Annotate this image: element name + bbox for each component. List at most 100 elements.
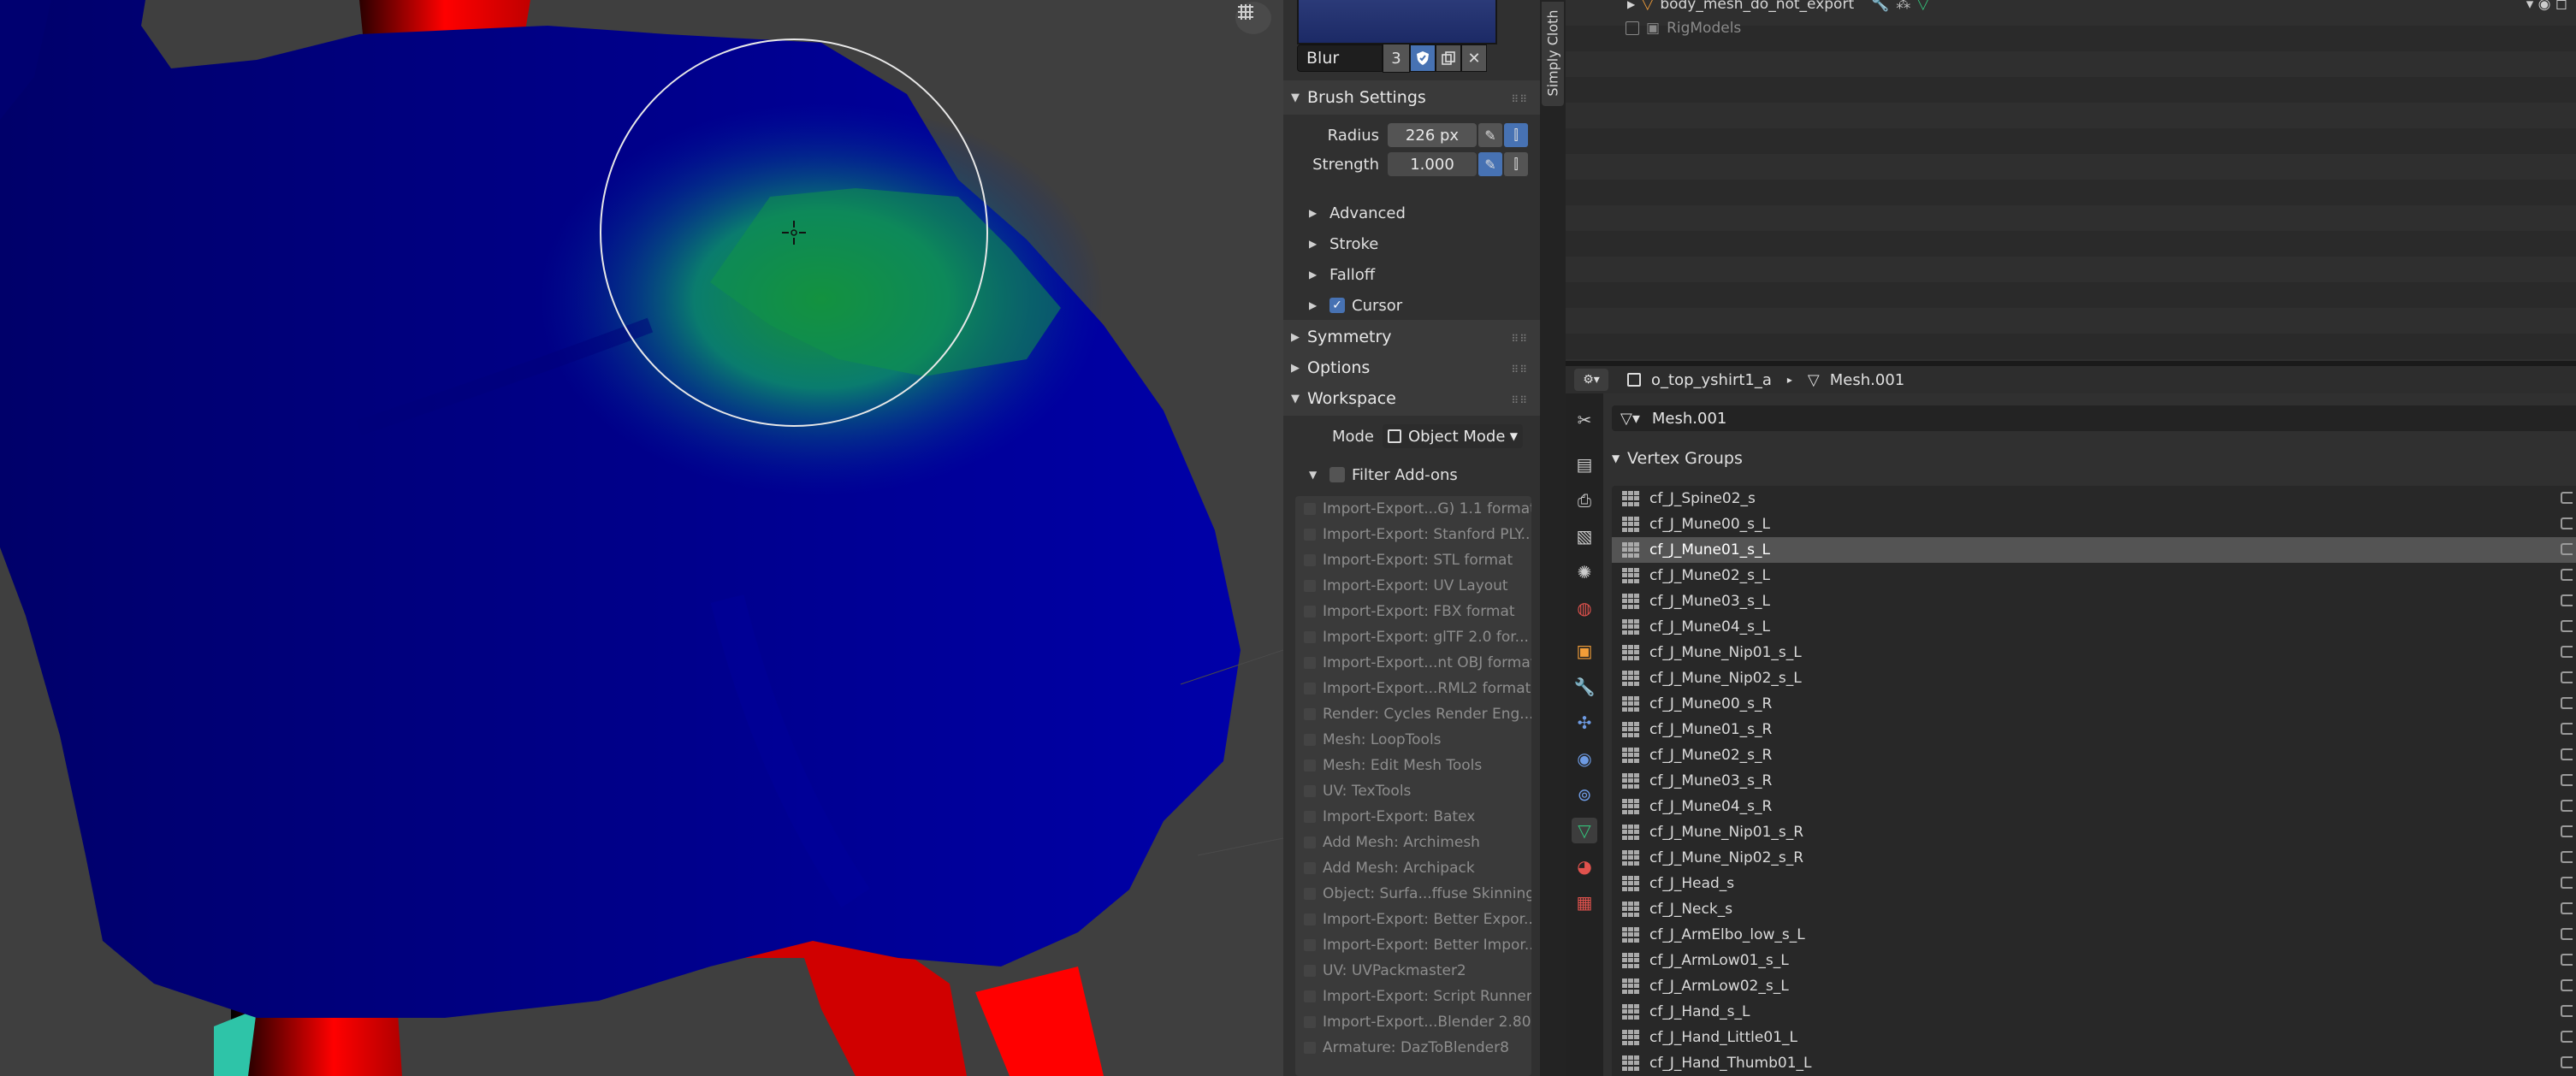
brush-settings-header[interactable]: ▼ Brush Settings ⠿⠿ [1283,80,1540,115]
workspace-header[interactable]: ▼ Workspace ⠿⠿ [1283,381,1540,416]
scene-tab-icon[interactable]: ✺ [1572,559,1597,585]
addon-filter-item[interactable]: Import-Export: Stanford PLY... [1295,522,1531,547]
fake-user-shield-icon[interactable] [1410,44,1436,72]
addon-checkbox[interactable] [1304,657,1316,669]
drag-handle-icon[interactable]: ⠿⠿ [1511,93,1528,105]
world-tab-icon[interactable]: ◍ [1572,595,1597,621]
vertex-group-item[interactable]: cf_J_Head_s [1612,871,2576,896]
strength-field[interactable]: 1.000 [1388,152,1477,176]
physics-tab-icon[interactable]: ◉ [1572,746,1597,772]
vertex-group-item[interactable]: cf_J_Hand_Thumb01_L [1612,1050,2576,1076]
addon-filter-item[interactable]: UV: TexTools [1295,778,1531,804]
vertex-group-item[interactable]: cf_J_Mune03_s_R [1612,768,2576,794]
addon-filter-item[interactable]: Import-Export...nt OBJ format [1295,650,1531,676]
addon-checkbox[interactable] [1304,939,1316,951]
vertex-group-item[interactable]: cf_J_Mune01_s_R [1612,717,2576,742]
mesh-data-icon[interactable]: ▽▾ [1620,410,1640,428]
lock-icon[interactable] [2561,800,2573,812]
radius-field[interactable]: 226 px [1388,123,1477,147]
vertex-group-item[interactable]: cf_J_Mune_Nip02_s_R [1612,845,2576,871]
lock-icon[interactable] [2561,825,2573,837]
mesh-data-tab-icon[interactable]: ▽ [1572,818,1597,843]
addon-filter-item[interactable]: Import-Export: Better Impor... [1295,932,1531,958]
addon-filter-item[interactable]: Render: Cycles Render Eng... [1295,701,1531,727]
addon-filter-item[interactable]: Import-Export: STL format [1295,547,1531,573]
addon-checkbox[interactable] [1304,888,1316,900]
lock-icon[interactable] [2561,492,2573,504]
lock-icon[interactable] [2561,671,2573,683]
cursor-subpanel[interactable]: ▶ ✓ Cursor [1309,291,1402,320]
lock-icon[interactable] [2561,877,2573,889]
texture-tab-icon[interactable]: ▦ [1572,890,1597,915]
cursor-checkbox[interactable]: ✓ [1329,298,1345,313]
addon-checkbox[interactable] [1304,785,1316,797]
vertex-group-item[interactable]: cf_J_Mune02_s_L [1612,563,2576,588]
brush-thumbnail[interactable] [1297,0,1497,44]
vertex-group-item[interactable]: cf_J_Neck_s [1612,896,2576,922]
addon-checkbox[interactable] [1304,811,1316,823]
addon-checkbox[interactable] [1304,554,1316,566]
output-tab-icon[interactable]: ⎙ [1572,488,1597,513]
addon-filter-item[interactable]: Object: Surfa...ffuse Skinning [1295,881,1531,907]
vertex-group-item[interactable]: cf_J_Mune04_s_L [1612,614,2576,640]
stroke-subpanel[interactable]: ▶ Stroke [1309,229,1378,258]
vertex-group-item[interactable]: cf_J_Mune_Nip01_s_L [1612,640,2576,665]
constraints-tab-icon[interactable]: ⊚ [1572,782,1597,807]
vertex-group-item[interactable]: cf_J_Mune03_s_L [1612,588,2576,614]
expand-arrow-icon[interactable]: ▶ [1627,0,1635,10]
visibility-icons[interactable]: ▾ ◉ ◻ [2526,0,2567,13]
tab-simply-cloth[interactable]: Simply Cloth [1542,2,1564,106]
addon-checkbox[interactable] [1304,965,1316,977]
tool-tab-icon[interactable]: ✂ [1572,407,1597,433]
vertex-group-item[interactable]: cf_J_Mune00_s_R [1612,691,2576,717]
addon-checkbox[interactable] [1304,580,1316,592]
mode-dropdown[interactable]: Object Mode ▼ [1383,424,1523,448]
addon-checkbox[interactable] [1304,990,1316,1002]
falloff-subpanel[interactable]: ▶ Falloff [1309,260,1375,289]
addon-filter-item[interactable]: Import-Export...G) 1.1 format [1295,496,1531,522]
addon-filter-item[interactable]: Add Mesh: Archipack [1295,855,1531,881]
addon-checkbox[interactable] [1304,913,1316,925]
symmetry-header[interactable]: ▶ Symmetry ⠿⠿ [1283,320,1540,354]
addon-filter-item[interactable]: UV: UVPackmaster2 [1295,958,1531,984]
unlink-brush-icon[interactable]: ✕ [1461,44,1487,72]
addon-filter-item[interactable]: Import-Export: UV Layout [1295,573,1531,599]
lock-icon[interactable] [2561,594,2573,606]
filter-addons-checkbox[interactable] [1329,467,1345,482]
vertex-group-item[interactable]: cf_J_Hand_s_L [1612,999,2576,1025]
vertex-group-item[interactable]: cf_J_Mune_Nip02_s_L [1612,665,2576,691]
addon-checkbox[interactable] [1304,708,1316,720]
vertex-group-item[interactable]: cf_J_ArmElbo_low_s_L [1612,922,2576,948]
lock-icon[interactable] [2561,902,2573,914]
drag-handle-icon[interactable]: ⠿⠿ [1511,333,1528,345]
lock-icon[interactable] [2561,517,2573,529]
lock-icon[interactable] [2561,928,2573,940]
addon-checkbox[interactable] [1304,529,1316,541]
lock-icon[interactable] [2561,646,2573,658]
addon-filter-item[interactable]: Import-Export: Better Expor... [1295,907,1531,932]
addon-filter-item[interactable]: Add Mesh: Archimesh [1295,830,1531,855]
brush-name-field[interactable]: Blur [1297,44,1383,72]
addon-checkbox[interactable] [1304,503,1316,515]
lock-icon[interactable] [2561,1005,2573,1017]
vertex-group-item[interactable]: cf_J_Mune_Nip01_s_R [1612,819,2576,845]
lock-icon[interactable] [2561,620,2573,632]
vertex-group-item[interactable]: cf_J_Mune04_s_R [1612,794,2576,819]
object-tab-icon[interactable]: ▣ [1572,638,1597,664]
lock-icon[interactable] [2561,569,2573,581]
lock-icon[interactable] [2561,543,2573,555]
vertex-group-item[interactable]: cf_J_ArmLow01_s_L [1612,948,2576,973]
vertex-group-item[interactable]: cf_J_Mune00_s_L [1612,511,2576,537]
lock-icon[interactable] [2561,697,2573,709]
addon-filter-item[interactable]: Import-Export: Batex [1295,804,1531,830]
editor-type-dropdown[interactable]: ⚙▾ [1574,369,1608,391]
vertex-groups-header[interactable]: ▼ Vertex Groups [1603,441,2576,476]
drag-handle-icon[interactable]: ⠿⠿ [1511,364,1528,375]
outliner-item[interactable]: ▣ RigModels [1566,15,2576,41]
addon-checkbox[interactable] [1304,1016,1316,1028]
vertex-group-item[interactable]: cf_J_Hand_Little01_L [1612,1025,2576,1050]
addon-filter-item[interactable]: Import-Export: Script Runner [1295,984,1531,1009]
3d-viewport[interactable] [0,0,1283,1076]
addon-checkbox[interactable] [1304,734,1316,746]
addon-filter-item[interactable]: Armature: DazToBlender8 [1295,1035,1531,1061]
